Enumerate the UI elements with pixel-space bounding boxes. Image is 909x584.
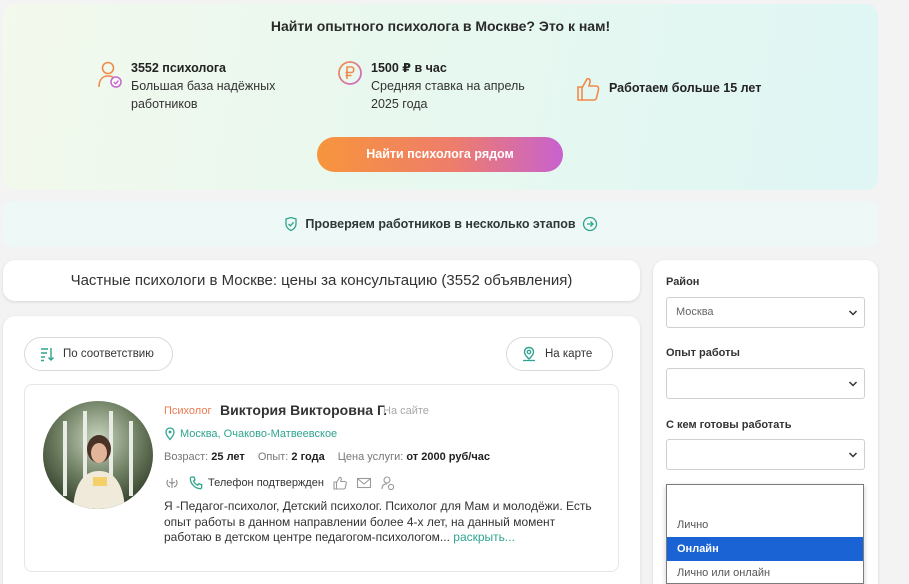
feature-title: 3552 психолога	[131, 61, 227, 75]
dropdown-option-online[interactable]: Онлайн	[667, 537, 863, 561]
thumbs-up-outline-icon	[333, 476, 347, 490]
work-mode-select[interactable]	[666, 439, 865, 470]
dropdown-option-empty[interactable]	[667, 485, 863, 513]
verification-badges: Телефон подтвержден	[164, 475, 404, 491]
feature-desc-line: 2025 года	[371, 97, 428, 111]
price-value: от 2000 руб/час	[406, 451, 490, 463]
dropdown-option-in-person-or-online[interactable]: Лично или онлайн	[667, 561, 863, 584]
user-verified-icon	[381, 476, 395, 491]
hero-title: Найти опытного психолога в Москве? Это к…	[270, 18, 611, 34]
map-label: На карте	[545, 348, 593, 360]
dropdown-option-in-person[interactable]: Лично	[667, 513, 863, 537]
find-psychologist-button[interactable]: Найти психолога рядом	[317, 137, 563, 172]
sort-button[interactable]: По соответствию	[24, 337, 173, 371]
sort-icon	[41, 348, 54, 362]
map-pin-icon	[523, 346, 535, 362]
emblem-badge[interactable]	[164, 476, 180, 490]
district-label: Район	[666, 276, 700, 288]
age-label: Возраст:	[164, 451, 209, 463]
psychologist-card[interactable]: Психолог Виктория Викторовна Г. На сайте…	[24, 384, 619, 572]
work-mode-label: С кем готовы работать	[666, 419, 792, 431]
feature-title: Работаем больше 15 лет	[609, 81, 762, 95]
sort-label: По соответствию	[63, 348, 154, 360]
chevron-down-icon	[848, 310, 858, 316]
location-pin-icon	[165, 427, 175, 441]
mail-icon	[356, 477, 371, 489]
results-list: По соответствию На карте Психолог Виктор…	[3, 316, 640, 584]
location-text: Москва, Очаково-Матвеевское	[180, 428, 338, 440]
chevron-down-icon	[848, 452, 858, 458]
psychologist-name[interactable]: Виктория Викторовна Г.	[220, 402, 387, 418]
map-button[interactable]: На карте	[506, 337, 613, 371]
chevron-down-icon	[848, 381, 858, 387]
profession-label: Психолог	[164, 405, 212, 417]
feature-experience-years: Работаем больше 15 лет	[575, 74, 761, 104]
feature-desc-line: Большая база надёжных	[131, 79, 276, 93]
thumbs-up-icon	[577, 77, 600, 101]
listing-heading-card: Частные психологи в Москве: цены за конс…	[3, 260, 640, 301]
emblem-icon	[166, 478, 178, 488]
age-value: 25 лет	[211, 451, 245, 463]
location[interactable]: Москва, Очаково-Матвеевское	[164, 427, 337, 441]
identity-badge[interactable]	[380, 475, 396, 491]
phone-check-icon	[189, 476, 203, 490]
email-badge[interactable]	[356, 475, 372, 491]
feature-desc-line: работников	[131, 97, 198, 111]
online-status: На сайте	[383, 405, 429, 417]
district-value: Москва	[676, 306, 714, 318]
recommended-badge[interactable]	[332, 475, 348, 491]
experience-label: Опыт:	[257, 451, 289, 463]
profile-description: Я -Педагог-психолог, Детский психолог. П…	[164, 499, 604, 546]
expand-link[interactable]: раскрыть...	[450, 530, 515, 544]
arrow-right-circle-icon	[582, 216, 597, 232]
feature-title: 1500 ₽ в час	[371, 61, 447, 75]
description-text: Я -Педагог-психолог, Детский психолог. П…	[164, 499, 592, 544]
filters-sidebar: Район Москва Опыт работы С кем готовы ра…	[653, 260, 878, 584]
feature-desc-line: Средняя ставка на апрель	[371, 79, 525, 93]
ruble-coin-icon	[338, 61, 362, 85]
price-label: Цена услуги:	[337, 451, 404, 463]
phone-verified-text: Телефон подтвержден	[208, 477, 324, 489]
experience-filter-label: Опыт работы	[666, 347, 740, 359]
avatar[interactable]	[43, 401, 153, 509]
feature-psychologists-count: 3552 психолога Большая база надёжных раб…	[97, 60, 275, 113]
avatar-photo	[63, 411, 133, 509]
experience-select[interactable]	[666, 368, 865, 399]
work-mode-dropdown[interactable]: Лично Онлайн Лично или онлайн	[666, 484, 864, 584]
verification-banner[interactable]: Проверяем работников в несколько этапов	[3, 201, 878, 247]
feature-average-rate: 1500 ₽ в час Средняя ставка на апрель 20…	[337, 60, 525, 113]
shield-check-icon	[285, 216, 298, 232]
verification-text: Проверяем работников в несколько этапов	[305, 217, 576, 231]
hero-banner: Найти опытного психолога в Москве? Это к…	[3, 4, 878, 190]
district-select[interactable]: Москва	[666, 297, 865, 328]
profile-meta: Возраст: 25 лет Опыт: 2 года Цена услуги…	[164, 451, 490, 463]
page-title: Частные психологи в Москве: цены за конс…	[70, 272, 573, 289]
phone-verified-badge[interactable]: Телефон подтвержден	[188, 475, 324, 491]
user-check-icon	[98, 61, 122, 88]
experience-value: 2 года	[291, 451, 325, 463]
